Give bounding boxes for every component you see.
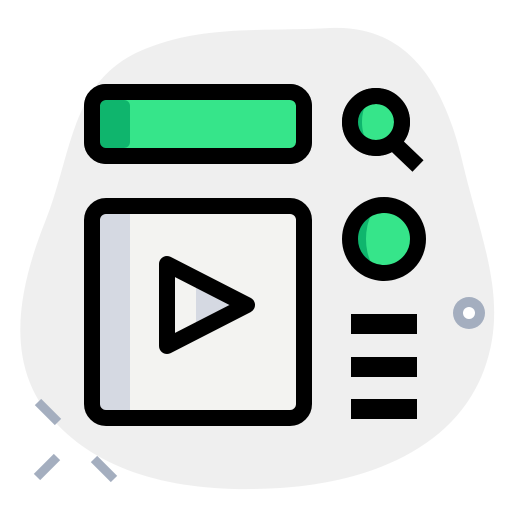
video-player-interface-icon bbox=[20, 27, 495, 490]
icon-canvas bbox=[0, 0, 512, 512]
decor-ring-center bbox=[463, 307, 475, 319]
record-button[interactable] bbox=[342, 197, 426, 281]
search-bar[interactable] bbox=[84, 84, 312, 164]
menu-lines-icon[interactable] bbox=[351, 314, 417, 419]
